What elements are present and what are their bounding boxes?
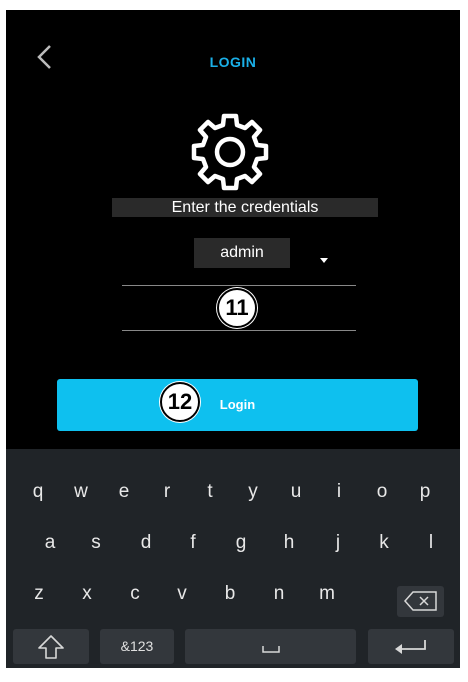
- key-n[interactable]: n: [261, 583, 297, 605]
- key-x[interactable]: x: [69, 583, 105, 605]
- username-underline: [122, 285, 356, 286]
- page-title: LOGIN: [209, 54, 257, 70]
- backspace-key[interactable]: [397, 586, 444, 617]
- step-badge-login: 12: [160, 382, 200, 422]
- key-t[interactable]: t: [192, 481, 228, 503]
- key-q[interactable]: q: [20, 481, 56, 503]
- key-o[interactable]: o: [364, 481, 400, 503]
- key-s[interactable]: s: [78, 532, 114, 554]
- symbols-key[interactable]: &123: [100, 629, 174, 664]
- key-i[interactable]: i: [321, 481, 357, 503]
- key-j[interactable]: j: [320, 532, 356, 554]
- shift-icon: [38, 635, 64, 659]
- login-screen: LOGIN Enter the credentials admin Login …: [6, 10, 460, 668]
- key-d[interactable]: d: [128, 532, 164, 554]
- key-w[interactable]: w: [63, 481, 99, 503]
- key-a[interactable]: a: [32, 532, 68, 554]
- enter-icon: [395, 640, 426, 654]
- enter-key[interactable]: [368, 629, 454, 664]
- key-g[interactable]: g: [223, 532, 259, 554]
- key-b[interactable]: b: [212, 583, 248, 605]
- key-h[interactable]: h: [271, 532, 307, 554]
- key-k[interactable]: k: [366, 532, 402, 554]
- key-m[interactable]: m: [309, 583, 345, 605]
- key-u[interactable]: u: [278, 481, 314, 503]
- shift-key[interactable]: [13, 629, 89, 664]
- key-l[interactable]: l: [413, 532, 449, 554]
- gear-icon: [186, 108, 274, 196]
- key-e[interactable]: e: [106, 481, 142, 503]
- credentials-prompt: Enter the credentials: [112, 198, 378, 217]
- username-select[interactable]: admin: [194, 238, 290, 268]
- space-icon: [261, 646, 280, 653]
- key-f[interactable]: f: [175, 532, 211, 554]
- on-screen-keyboard: q w e r t y u i o p a s d f g h j k l z …: [6, 449, 460, 668]
- key-z[interactable]: z: [21, 583, 57, 605]
- key-p[interactable]: p: [407, 481, 443, 503]
- login-button[interactable]: Login: [57, 379, 418, 431]
- step-badge-password: 11: [217, 288, 257, 328]
- dropdown-arrow-icon[interactable]: [320, 258, 328, 263]
- key-v[interactable]: v: [164, 583, 200, 605]
- key-c[interactable]: c: [117, 583, 153, 605]
- key-r[interactable]: r: [149, 481, 185, 503]
- key-y[interactable]: y: [235, 481, 271, 503]
- backspace-icon: [403, 591, 437, 611]
- space-key[interactable]: [185, 629, 356, 664]
- password-field[interactable]: [122, 330, 356, 331]
